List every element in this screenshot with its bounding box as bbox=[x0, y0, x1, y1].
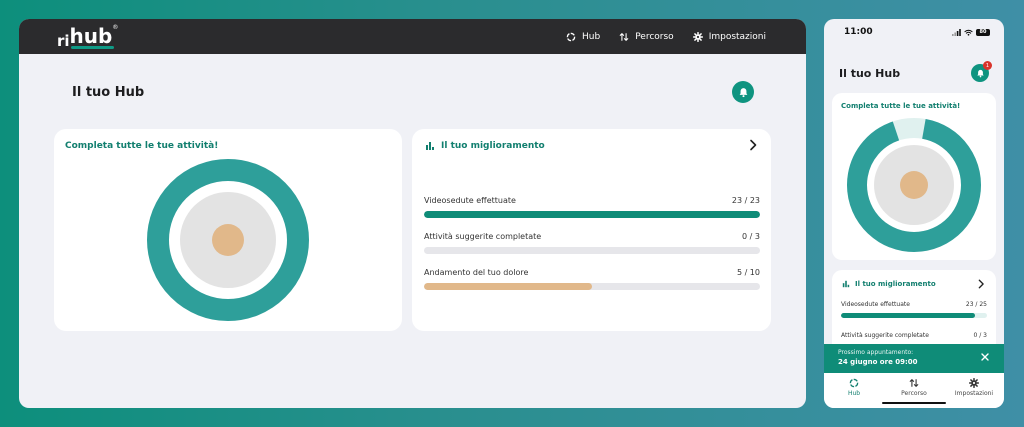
progress-bar bbox=[424, 247, 760, 254]
notification-badge: 1 bbox=[983, 61, 992, 70]
swap-icon bbox=[909, 379, 919, 387]
home-indicator bbox=[882, 402, 946, 404]
wifi-icon bbox=[964, 29, 973, 36]
nav-item-impostazioni[interactable]: Impostazioni bbox=[692, 31, 766, 42]
improvement-card-title: Il tuo miglioramento bbox=[441, 141, 545, 151]
page-title: Il tuo Hub bbox=[72, 84, 145, 100]
metric-dolore: Andamento del tuo dolore 5 / 10 bbox=[424, 268, 760, 290]
metric-label: Videosedute effettuate bbox=[841, 301, 910, 308]
top-navigation-bar: ri hub ® Hub Percorso Impostazioni bbox=[19, 19, 806, 54]
loader-icon bbox=[566, 32, 576, 41]
phone-activities-title: Completa tutte le tue attività! bbox=[841, 102, 961, 110]
progress-bar bbox=[841, 313, 987, 318]
phone-improvement-title: Il tuo miglioramento bbox=[855, 280, 936, 288]
swap-icon bbox=[619, 32, 629, 41]
metric-value: 5 / 10 bbox=[736, 268, 760, 277]
phone-metric-attivita: Attività suggerite completate 0 / 3 bbox=[841, 332, 987, 339]
main-nav: Hub Percorso Impostazioni bbox=[566, 31, 766, 42]
desktop-app-window: ri hub ® Hub Percorso Impostazioni Il tu… bbox=[19, 19, 806, 408]
phone-page-title: Il tuo Hub bbox=[839, 66, 901, 80]
metric-attivita: Attività suggerite completate 0 / 3 bbox=[424, 232, 760, 254]
appointment-label: Prossimo appuntamento: bbox=[838, 349, 914, 356]
status-bar: 11:00 80 bbox=[824, 25, 1004, 39]
progress-fill bbox=[424, 283, 592, 290]
activities-card: Completa tutte le tue attività! bbox=[54, 129, 402, 331]
phone-improvement-header: Il tuo miglioramento bbox=[842, 280, 936, 288]
battery-icon: 80 bbox=[976, 28, 990, 36]
bar-chart-icon bbox=[426, 142, 434, 150]
nav-item-percorso[interactable]: Percorso bbox=[619, 32, 674, 42]
phone-ring-inner bbox=[900, 171, 928, 199]
phone-activities-card: Completa tutte le tue attività! bbox=[832, 93, 996, 260]
signal-icon bbox=[952, 28, 961, 36]
bell-icon bbox=[739, 87, 747, 97]
metric-label: Andamento del tuo dolore bbox=[424, 268, 529, 277]
chevron-right-icon[interactable] bbox=[747, 139, 759, 151]
appointment-datetime: 24 giugno ore 09:00 bbox=[838, 358, 918, 366]
progress-bar bbox=[424, 283, 760, 290]
activity-ring-inner bbox=[212, 224, 244, 256]
page-header: Il tuo Hub bbox=[72, 81, 754, 103]
loader-icon bbox=[849, 378, 859, 388]
phone-activity-ring-chart bbox=[847, 118, 981, 252]
progress-fill bbox=[424, 211, 760, 218]
progress-bar bbox=[424, 211, 760, 218]
next-appointment-banner[interactable]: Prossimo appuntamento: 24 giugno ore 09:… bbox=[824, 344, 1004, 373]
metric-videosedute: Videosedute effettuate 23 / 23 bbox=[424, 196, 760, 218]
metric-value: 23 / 23 bbox=[731, 196, 760, 205]
gear-icon bbox=[969, 378, 979, 388]
nav-item-hub[interactable]: Hub bbox=[566, 32, 600, 42]
metric-label: Attività suggerite completate bbox=[841, 332, 929, 339]
gear-icon bbox=[692, 31, 703, 42]
improvement-card[interactable]: Il tuo miglioramento Videosedute effettu… bbox=[412, 129, 771, 331]
activity-ring-chart bbox=[147, 159, 309, 321]
progress-fill bbox=[841, 313, 976, 318]
metric-value: 0 / 3 bbox=[973, 332, 987, 339]
bell-icon bbox=[976, 69, 984, 77]
metric-label: Attività suggerite completate bbox=[424, 232, 542, 241]
tab-hub[interactable]: Hub bbox=[826, 378, 882, 408]
phone-notifications-button[interactable]: 1 bbox=[971, 61, 992, 82]
metric-value: 23 / 25 bbox=[965, 301, 987, 308]
tab-impostazioni[interactable]: Impostazioni bbox=[946, 378, 1002, 408]
close-icon[interactable] bbox=[980, 352, 990, 362]
chevron-right-icon[interactable] bbox=[976, 279, 986, 289]
activities-card-title: Completa tutte le tue attività! bbox=[65, 141, 219, 151]
phone-metric-videosedute: Videosedute effettuate 23 / 25 bbox=[841, 301, 987, 318]
mobile-app-screen: 11:00 80 Il tuo Hub 1 Completa tutte le … bbox=[824, 19, 1004, 408]
phone-header: Il tuo Hub 1 bbox=[839, 61, 992, 82]
status-time: 11:00 bbox=[844, 27, 873, 37]
metric-label: Videosedute effettuate bbox=[424, 196, 516, 205]
metric-value: 0 / 3 bbox=[742, 232, 760, 241]
rihub-logo[interactable]: ri hub ® bbox=[57, 22, 118, 52]
bar-chart-icon bbox=[842, 280, 850, 288]
improvement-card-header: Il tuo miglioramento bbox=[425, 141, 545, 151]
notifications-button[interactable] bbox=[732, 81, 754, 103]
